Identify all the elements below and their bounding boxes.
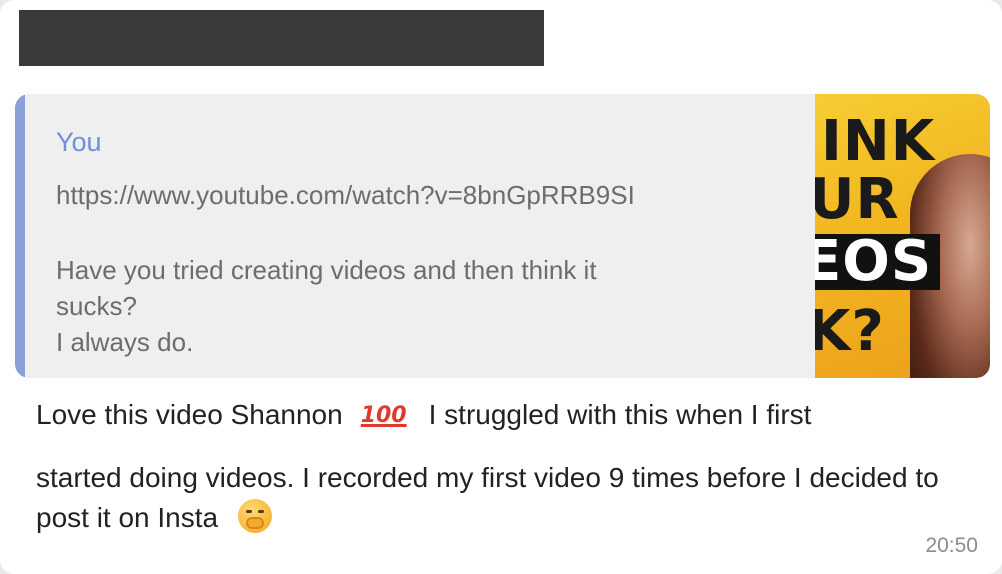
redacted-sender-name <box>19 10 544 66</box>
video-thumbnail[interactable]: INK UR EOS K? <box>815 94 990 378</box>
message-text-part: I struggled with this when I first <box>428 399 812 430</box>
hand-over-mouth-emoji-icon <box>238 499 273 533</box>
quote-author: You <box>56 127 102 157</box>
hundred-points-emoji-icon: 100 <box>360 403 407 428</box>
message-text: Love this video Shannon 100 I struggled wi… <box>36 395 966 538</box>
quote-accent-bar <box>15 94 25 378</box>
message-text-part: Love this video Shannon <box>36 399 343 430</box>
message-timestamp: 20:50 <box>925 534 978 557</box>
quote-link[interactable]: https://www.youtube.com/watch?v=8bnGpRRB… <box>56 179 635 211</box>
quoted-message[interactable]: You https://www.youtube.com/watch?v=8bnG… <box>15 94 990 378</box>
thumbnail-text-line: INK <box>821 109 936 174</box>
quote-text: Have you tried creating videos and then … <box>56 255 597 357</box>
message-text-part: started doing videos. I recorded my firs… <box>36 462 939 533</box>
thumbnail-text-line: K? <box>815 299 885 364</box>
message-line: Love this video Shannon 100 I struggled wi… <box>36 395 966 436</box>
thumbnail-text-line: UR <box>815 167 900 232</box>
thumbnail-text-line: EOS <box>815 234 941 290</box>
message-bubble[interactable]: You https://www.youtube.com/watch?v=8bnG… <box>0 0 1002 574</box>
message-line: started doing videos. I recorded my firs… <box>36 458 966 538</box>
